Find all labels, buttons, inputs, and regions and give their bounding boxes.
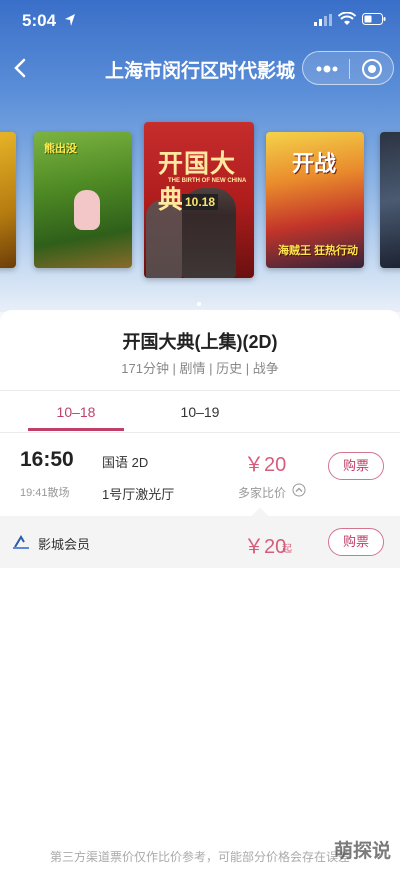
battery-icon [362, 13, 386, 25]
buy-ticket-button[interactable]: 购票 [328, 452, 384, 480]
tab-date-1[interactable]: 10–18 [28, 404, 124, 420]
more-options-icon[interactable] [315, 64, 339, 74]
movie-detail-panel: 开国大典(上集)(2D) 171分钟 | 剧情 | 历史 | 战争 10–18 … [0, 310, 400, 874]
chevron-up-icon[interactable] [292, 483, 306, 497]
cinema-logo-icon [13, 535, 29, 549]
location-arrow-icon [65, 14, 75, 26]
wifi-icon [338, 12, 356, 25]
capsule-divider [349, 59, 350, 79]
member-label: 影城会员 [38, 537, 91, 552]
active-tab-underline [28, 428, 124, 431]
poster-boonie-bears[interactable]: 熊出没 [34, 132, 132, 268]
poster-prev-edge[interactable] [0, 132, 16, 268]
divider [0, 390, 400, 391]
poster-next-edge[interactable] [380, 132, 400, 268]
header-background: 5:04 上海市闵行区时代影城 熊出没 开国大典 THE BIRTH OF NE… [0, 0, 400, 312]
poster-date: 10.18 [182, 194, 219, 210]
movie-meta: 171分钟 | 剧情 | 历史 | 战争 [121, 361, 279, 376]
poster-one-piece[interactable]: 开战 海贼王 狂热行动 [266, 132, 364, 268]
status-bar: 5:04 [0, 0, 400, 44]
watermark: 萌探说 [334, 841, 392, 862]
member-buy-button[interactable]: 购票 [328, 528, 384, 556]
mini-program-capsule [302, 51, 394, 85]
nav-bar: 上海市闵行区时代影城 [0, 44, 400, 92]
showtime-language: 国语 2D [102, 455, 149, 470]
showtime-row: 16:50 19:41散场 国语 2D 1号厅激光厅 ￥20 多家比价 购票 [0, 434, 400, 516]
signal-icon [314, 14, 332, 26]
showtime-start: 16:50 [20, 448, 74, 471]
movie-title: 开国大典(上集)(2D) [122, 332, 278, 352]
tab-date-2[interactable]: 10–19 [152, 404, 248, 420]
member-price: ￥20 [244, 536, 287, 558]
poster-subtitle: 海贼王 狂热行动 [278, 245, 359, 257]
compare-prices-toggle[interactable]: 多家比价 [238, 484, 286, 501]
poster-carousel[interactable]: 熊出没 开国大典 THE BIRTH OF NEW CHINA 10.18 开战… [0, 118, 400, 288]
poster-subtitle: THE BIRTH OF NEW CHINA [168, 178, 247, 184]
divider [0, 432, 400, 433]
status-time: 5:04 [22, 11, 57, 30]
showtime-hall: 1号厅激光厅 [102, 487, 175, 502]
date-tabs: 10–18 10–19 [0, 394, 400, 432]
member-price-suffix: 起 [282, 544, 292, 555]
poster-selected[interactable]: 开国大典 THE BIRTH OF NEW CHINA 10.18 [144, 122, 254, 278]
close-mini-program-icon[interactable] [361, 58, 383, 80]
carousel-indicator [197, 302, 201, 306]
poster-character-art [74, 190, 100, 230]
showtime-end: 19:41散场 [20, 487, 70, 499]
poster-title: 开战 [292, 151, 337, 177]
poster-title: 熊出没 [44, 143, 77, 155]
showtime-price: ￥20 [244, 454, 287, 476]
member-price-row: 影城会员 ￥20 起 购票 [0, 507, 400, 568]
